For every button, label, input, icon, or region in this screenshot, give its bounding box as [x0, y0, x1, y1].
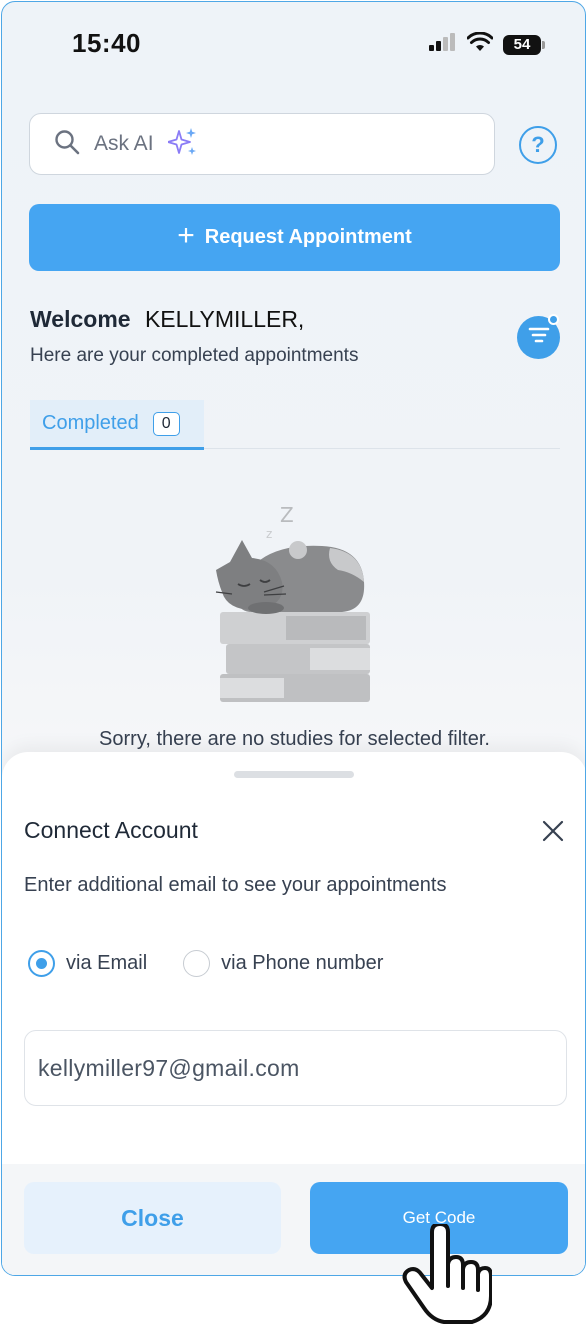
radio-via-phone[interactable]: [183, 950, 211, 977]
filter-icon: [528, 326, 550, 349]
welcome-name: KELLYMILLER,: [144, 306, 305, 332]
empty-state-message: Sorry, there are no studies for selected…: [99, 728, 490, 750]
contact-method-options: via Email via Phone number: [28, 950, 383, 977]
sparkle-icon: [166, 127, 198, 162]
welcome-greeting: Welcome: [30, 306, 131, 332]
request-appointment-label: Request Appointment: [204, 226, 412, 248]
filter-indicator-dot: [548, 314, 559, 325]
sheet-drag-handle[interactable]: [234, 771, 354, 778]
filter-button[interactable]: [517, 314, 560, 359]
sheet-description: Enter additional email to see your appoi…: [24, 874, 447, 896]
radio-via-email-label[interactable]: via Email: [66, 952, 147, 975]
phone-screen: 15:40 54 Ask AI ? + Request Appointment …: [1, 1, 586, 1276]
ask-ai-search[interactable]: Ask AI: [29, 113, 495, 175]
svg-text:z: z: [266, 527, 272, 541]
close-button[interactable]: Close: [24, 1182, 281, 1254]
hand-pointer-icon: [402, 1222, 493, 1324]
signal-icon: [429, 33, 457, 56]
close-icon[interactable]: [538, 816, 568, 846]
plus-icon: +: [177, 219, 195, 252]
connect-account-sheet: Connect Account Enter additional email t…: [2, 752, 585, 1275]
email-field[interactable]: kellymiller97@gmail.com: [24, 1030, 567, 1106]
radio-via-email[interactable]: [28, 950, 55, 977]
welcome-heading: Welcome KELLYMILLER,: [30, 306, 304, 333]
tab-completed[interactable]: Completed 0: [30, 400, 204, 450]
search-placeholder: Ask AI: [94, 132, 154, 155]
sleeping-cat-illustration: Z z: [202, 500, 382, 715]
request-appointment-button[interactable]: + Request Appointment: [29, 204, 560, 271]
radio-via-phone-label[interactable]: via Phone number: [221, 952, 383, 975]
status-time: 15:40: [72, 28, 141, 58]
tab-completed-label: Completed: [42, 412, 139, 434]
battery-icon: 54: [503, 34, 545, 55]
status-icons: 54: [429, 31, 545, 57]
wifi-icon: [466, 31, 494, 57]
tab-divider: [204, 448, 560, 449]
help-icon[interactable]: ?: [519, 126, 557, 164]
svg-text:Z: Z: [280, 503, 294, 527]
tab-completed-count: 0: [152, 411, 180, 436]
sheet-title: Connect Account: [24, 817, 198, 843]
search-icon: [54, 129, 80, 160]
welcome-subtitle: Here are your completed appointments: [30, 345, 359, 366]
